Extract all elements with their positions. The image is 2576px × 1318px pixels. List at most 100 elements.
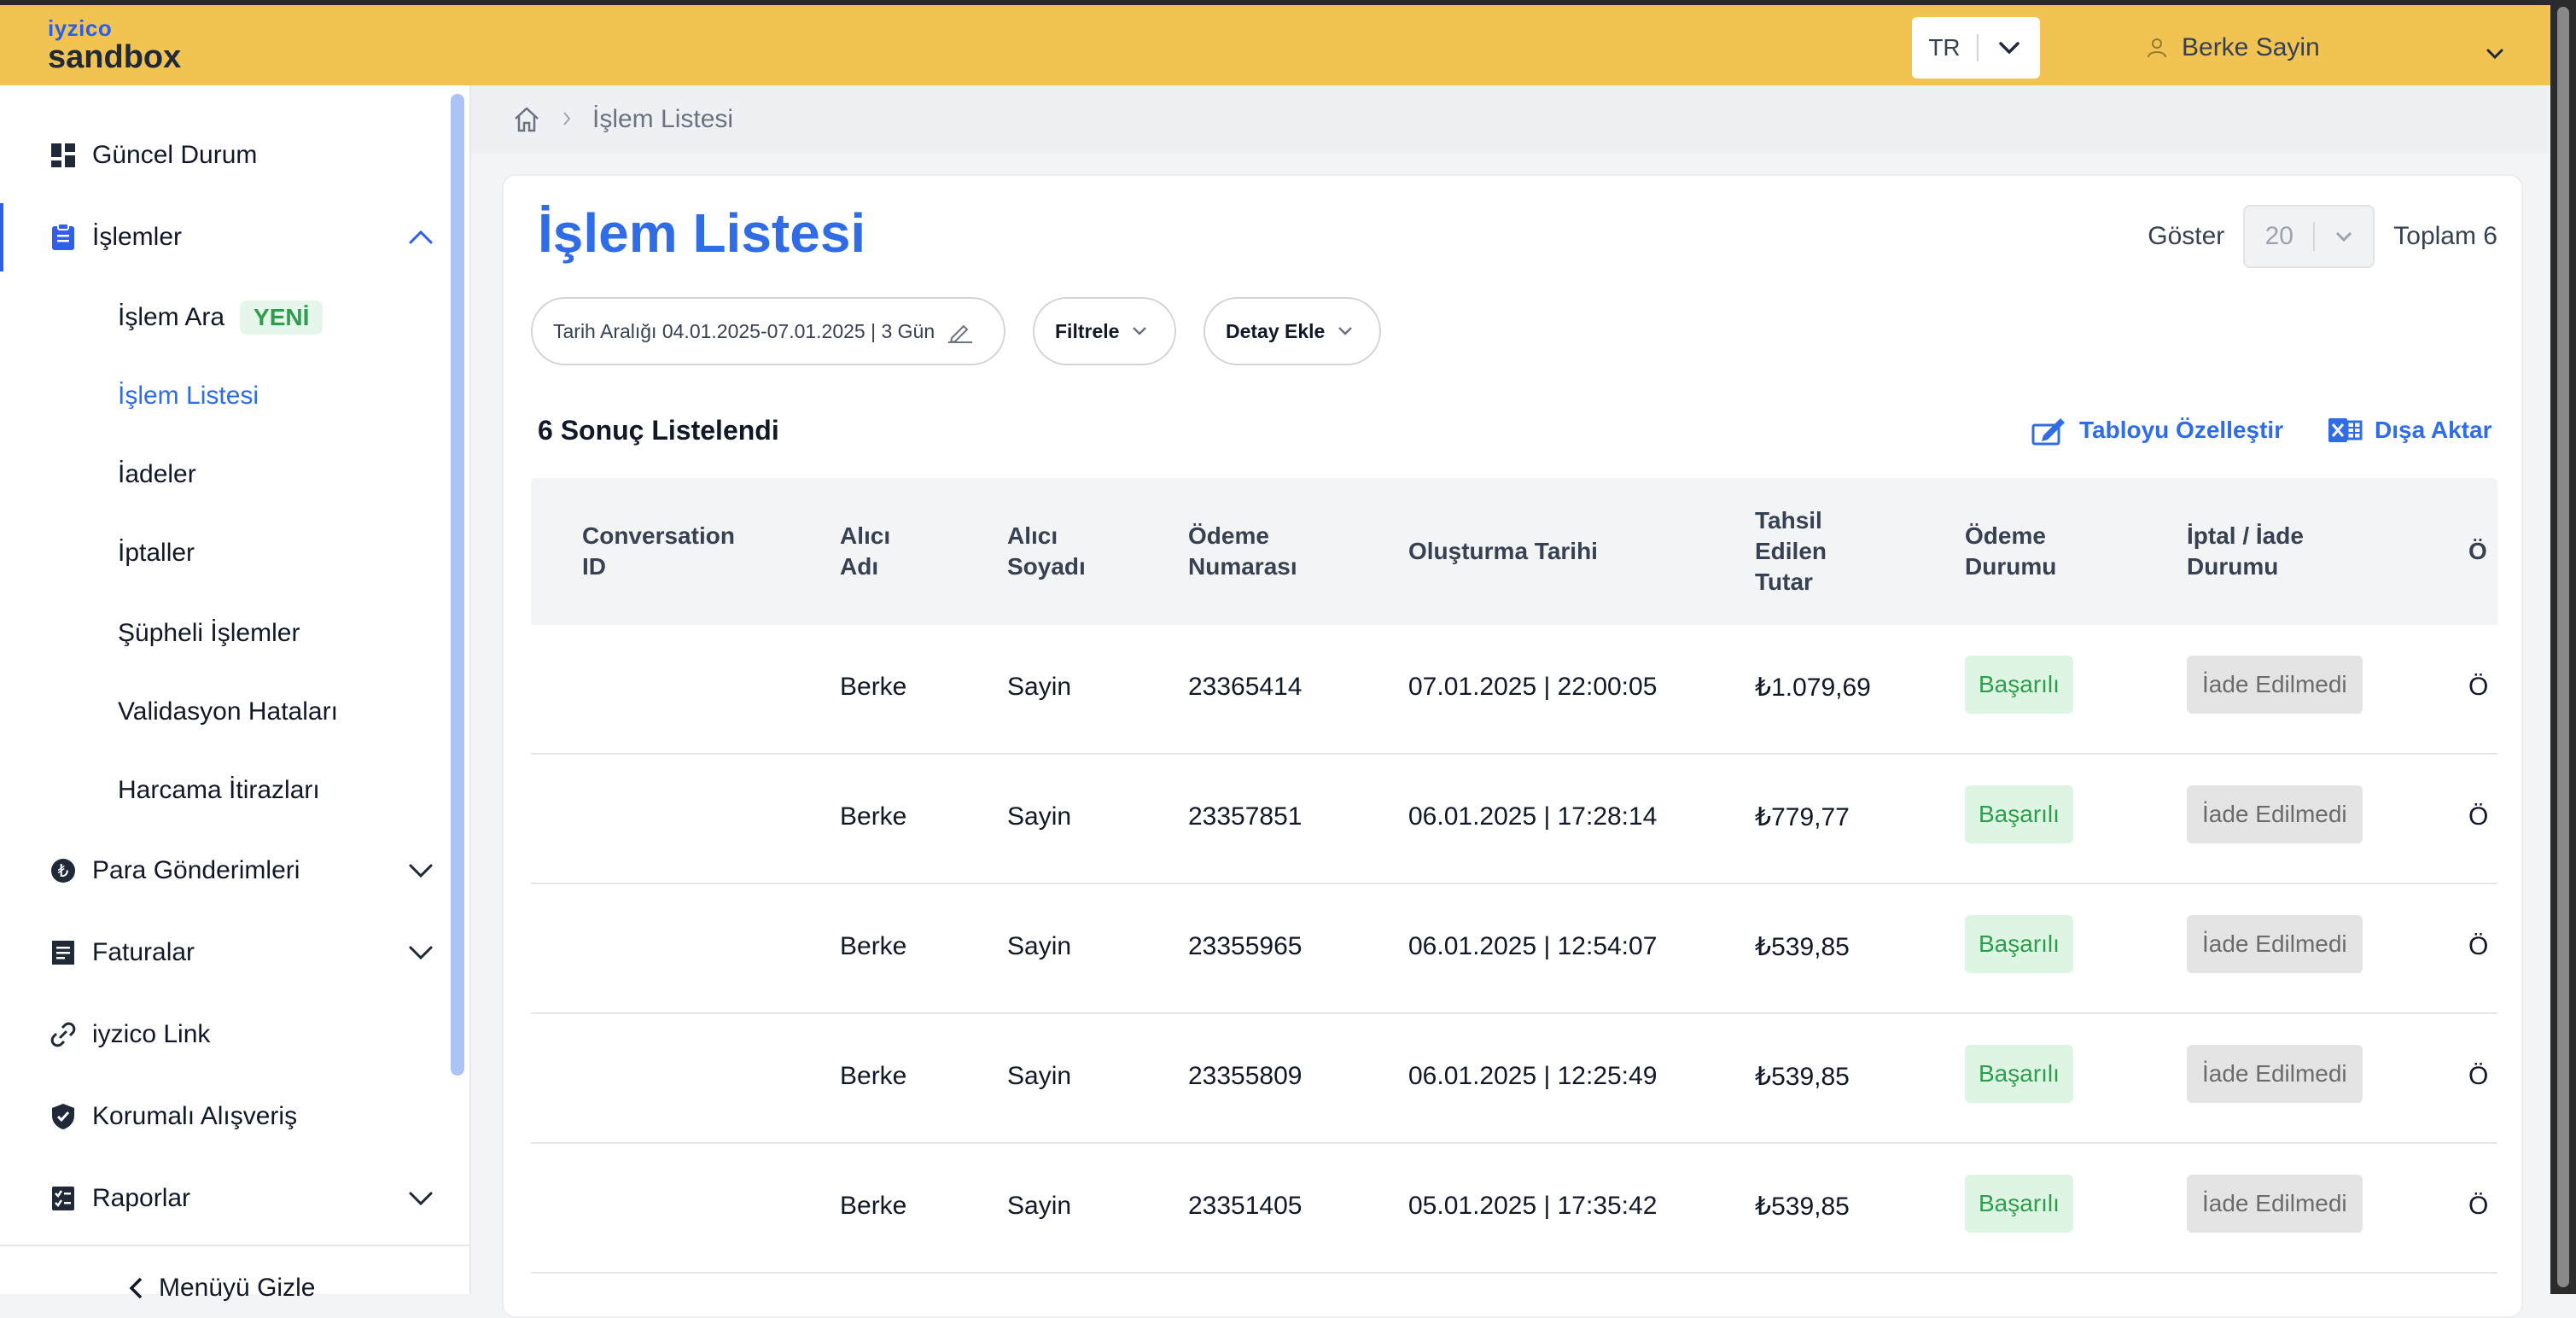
sidebar-item-islemler[interactable]: İşlemler (0, 203, 444, 271)
home-icon[interactable] (512, 105, 541, 134)
iyzico-sandbox-logo[interactable]: iyzico sandbox (48, 17, 181, 73)
column-header-buyer-surname[interactable]: Alıcı Soyadı (1007, 521, 1086, 582)
chevron-down-icon (408, 1185, 434, 1214)
sidebar-sub-item-islem-ara[interactable]: İşlem Ara YENİ (118, 292, 323, 343)
payment-number-cell: 23355809 (1188, 1062, 1303, 1090)
user-name: Berke Sayin (2182, 33, 2320, 61)
refund-status-badge: İade Edilmedi (2187, 785, 2363, 843)
table-row[interactable]: Berke Sayin 23351405 05.01.2025 | 17:35:42 ₺… (531, 1144, 2497, 1274)
sidebar-item-label: Güncel Durum (92, 141, 258, 169)
sidebar-sub-item-harcama-itirazlari[interactable]: Harcama İtirazları (118, 765, 320, 816)
sidebar-item-iyzico-link[interactable]: iyzico Link (0, 1000, 444, 1069)
sidebar-sub-item-supheli-islemler[interactable]: Şüpheli İşlemler (118, 608, 300, 659)
chevron-down-icon (408, 939, 434, 968)
amount-cell: ₺1.079,69 (1755, 674, 1871, 702)
column-header-conversation-id[interactable]: Conversation ID (582, 521, 735, 582)
table-row[interactable]: Berke Sayin 23355965 06.01.2025 | 12:54:07 ₺… (531, 884, 2497, 1014)
page-title: İşlem Listesi (538, 202, 866, 264)
amount-cell: ₺779,77 (1755, 803, 1850, 831)
amount-cell: ₺539,85 (1755, 1063, 1850, 1091)
date-range-filter[interactable]: Tarih Aralığı 04.01.2025-07.01.2025 | 3 … (531, 297, 1005, 365)
add-detail-dropdown[interactable]: Detay Ekle (1203, 297, 1381, 365)
date-range-value: 04.01.2025-07.01.2025 (661, 319, 865, 342)
column-header-truncated[interactable]: Ö (2468, 536, 2487, 567)
sidebar-item-label: Para Gönderimleri (92, 856, 300, 884)
truncated-cell: Ö (2468, 932, 2489, 960)
sidebar-sub-item-iadeler[interactable]: İadeler (118, 449, 196, 500)
top-bar: iyzico sandbox TR Berke Sayin (0, 0, 2550, 85)
table-row[interactable]: Berke Sayin 23357851 06.01.2025 | 17:28:14 ₺… (531, 755, 2497, 884)
user-menu[interactable]: Berke Sayin (2146, 5, 2504, 90)
chevron-down-icon (2486, 38, 2504, 67)
truncated-cell: Ö (2468, 1062, 2489, 1090)
sidebar-sub-item-label: İşlem Ara (118, 303, 225, 331)
column-header-payment-number[interactable]: Ödeme Numarası (1188, 521, 1297, 582)
filter-dropdown[interactable]: Filtrele (1033, 297, 1176, 365)
column-header-buyer-name[interactable]: Alıcı Adı (840, 521, 890, 582)
page-size-select[interactable]: 20 (2243, 205, 2375, 268)
created-date-cell: 06.01.2025 | 12:54:07 (1408, 932, 1658, 960)
sidebar-item-label: Raporlar (92, 1184, 191, 1212)
customize-table-label: Tabloyu Özelleştir (2079, 417, 2284, 443)
page-size-value: 20 (2245, 222, 2316, 251)
edit-table-icon (2031, 415, 2067, 446)
total-count: Toplam 6 (2393, 222, 2497, 250)
sidebar-item-guncel-durum[interactable]: Güncel Durum (0, 121, 444, 190)
sidebar-item-faturalar[interactable]: Faturalar (0, 919, 444, 987)
payment-number-cell: 23357851 (1188, 802, 1303, 831)
sidebar-item-korumali-alisveris[interactable]: Korumalı Alışveriş (0, 1082, 444, 1151)
column-header-created-date[interactable]: Oluşturma Tarihi (1408, 536, 1598, 567)
column-header-refund-status[interactable]: İptal / İade Durumu (2187, 521, 2304, 582)
add-detail-label: Detay Ekle (1226, 319, 1326, 342)
sidebar-item-para-gonderimleri[interactable]: ₺ Para Gönderimleri (0, 837, 444, 905)
chevron-up-icon (408, 224, 434, 253)
scrollbar-thumb[interactable] (2557, 7, 2569, 1287)
buyer-name-cell: Berke (840, 1192, 907, 1220)
amount-cell: ₺539,85 (1755, 1193, 1850, 1221)
sidebar-item-label: Faturalar (92, 938, 195, 966)
clipboard-icon (48, 222, 79, 253)
shield-icon (48, 1101, 79, 1132)
date-range-label: Tarih Aralığı (553, 319, 657, 342)
filter-label: Filtrele (1055, 319, 1120, 342)
truncated-cell: Ö (2468, 1192, 2489, 1220)
table-header: Conversation ID Alıcı Adı Alıcı Soyadı Ödem… (531, 478, 2497, 625)
table-row[interactable]: Berke Sayin 23355809 06.01.2025 | 12:25:49 ₺… (531, 1014, 2497, 1144)
table-row[interactable]: Berke Sayin 23365414 07.01.2025 | 22:00:05 ₺… (531, 625, 2497, 755)
payment-status-badge: Başarılı (1965, 785, 2073, 843)
logo-line-2: sandbox (48, 39, 182, 75)
invoice-icon (48, 937, 79, 968)
sidebar-scrollbar[interactable] (451, 94, 464, 1076)
link-icon (48, 1019, 79, 1050)
export-button[interactable]: Dışa Aktar (2327, 415, 2491, 446)
edit-pen-icon (947, 319, 974, 343)
chevron-down-icon (1337, 326, 1354, 336)
sidebar-sub-item-iptaller[interactable]: İptaller (118, 528, 195, 579)
chevron-down-icon (1979, 41, 2040, 55)
svg-text:₺: ₺ (58, 860, 69, 881)
buyer-surname-cell: Sayin (1007, 802, 1072, 831)
breadcrumb: İşlem Listesi (471, 85, 2550, 154)
created-date-cell: 06.01.2025 | 17:28:14 (1408, 802, 1658, 831)
dashboard-icon (48, 140, 79, 171)
column-header-collected-amount[interactable]: Tahsil Edilen Tutar (1755, 505, 1827, 598)
hide-menu-label: Menüyü Gizle (159, 1274, 316, 1302)
sidebar-sub-item-validasyon-hatalari[interactable]: Validasyon Hataları (118, 686, 338, 738)
breadcrumb-current: İşlem Listesi (592, 105, 734, 133)
buyer-surname-cell: Sayin (1007, 673, 1072, 701)
window-scrollbar[interactable] (2550, 0, 2576, 1294)
created-date-cell: 07.01.2025 | 22:00:05 (1408, 673, 1658, 701)
payment-number-cell: 23365414 (1188, 673, 1303, 701)
user-icon (2146, 37, 2168, 59)
date-range-days: | 3 Gün (871, 319, 935, 342)
language-select[interactable]: TR (1912, 17, 2040, 79)
show-label: Göster (2148, 222, 2225, 250)
payment-number-cell: 23355965 (1188, 932, 1303, 960)
hide-menu-button[interactable]: Menüyü Gizle (128, 1274, 315, 1303)
column-header-payment-status[interactable]: Ödeme Durumu (1965, 521, 2056, 582)
sidebar-item-raporlar[interactable]: Raporlar (0, 1164, 444, 1233)
payment-status-badge: Başarılı (1965, 1045, 2073, 1103)
customize-table-button[interactable]: Tabloyu Özelleştir (2031, 415, 2283, 446)
buyer-surname-cell: Sayin (1007, 1062, 1072, 1090)
sidebar-sub-item-islem-listesi[interactable]: İşlem Listesi (118, 370, 259, 422)
